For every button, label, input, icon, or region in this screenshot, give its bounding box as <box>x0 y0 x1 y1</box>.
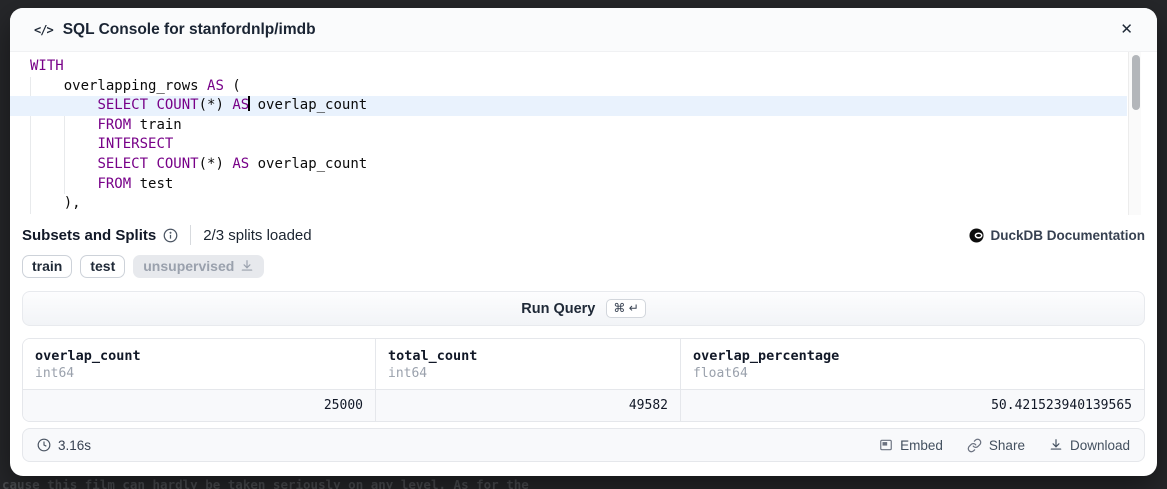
sql-text <box>30 97 97 113</box>
modal-title: SQL Console for stanfordnlp/imdb <box>63 21 316 39</box>
subsets-title: Subsets and Splits <box>22 227 156 244</box>
sql-text <box>30 117 97 133</box>
sql-editor[interactable]: WITH overlapping_rows AS ( SELECT COUNT(… <box>10 52 1157 215</box>
sql-keyword: SELECT <box>97 156 148 172</box>
embed-button[interactable]: Embed <box>879 438 943 453</box>
column-type: int64 <box>388 365 668 382</box>
table-row: 250004958250.421523940139565 <box>23 390 1144 421</box>
sql-keyword: AS <box>232 97 249 113</box>
split-tag-unsupervised[interactable]: unsupervised <box>133 255 264 278</box>
sql-keyword: COUNT <box>156 97 198 113</box>
run-query-button[interactable]: Run Query ⌘ ↵ <box>22 291 1145 326</box>
sql-text <box>30 176 97 192</box>
sql-text: overlapping_rows <box>30 78 207 94</box>
code-line[interactable]: WITH <box>10 57 1157 77</box>
split-tag-train[interactable]: train <box>22 255 72 278</box>
embed-icon <box>879 438 893 452</box>
duckdb-documentation-label: DuckDB Documentation <box>990 228 1145 243</box>
info-icon[interactable] <box>163 228 178 243</box>
sql-text: overlap_count <box>249 97 367 113</box>
sql-text <box>30 156 97 172</box>
split-tag-test[interactable]: test <box>80 255 125 278</box>
sql-text: (*) <box>199 156 233 172</box>
column-header-overlap_percentage: overlap_percentagefloat64 <box>681 339 1144 389</box>
background-page-text: cause this film can hardly be taken seri… <box>2 477 1162 489</box>
code-area: WITH overlapping_rows AS ( SELECT COUNT(… <box>10 57 1157 214</box>
column-header-overlap_count: overlap_countint64 <box>23 339 376 389</box>
sql-keyword: INTERSECT <box>97 136 173 152</box>
split-tag-label: train <box>32 258 62 274</box>
sql-keyword: SELECT <box>97 97 148 113</box>
sql-keyword: AS <box>232 156 249 172</box>
keyboard-shortcut-badge: ⌘ ↵ <box>606 299 645 318</box>
code-line[interactable]: FROM test <box>10 175 1157 195</box>
query-duration-value: 3.16s <box>58 438 91 453</box>
column-type: int64 <box>35 365 363 382</box>
split-tags-row: train test unsupervised <box>22 255 1145 278</box>
sql-keyword: FROM <box>97 117 131 133</box>
download-icon <box>240 259 254 273</box>
sql-text: overlap_count <box>249 156 367 172</box>
clock-icon <box>37 438 51 452</box>
results-table: overlap_countint64total_countint64overla… <box>22 338 1145 422</box>
column-name: total_count <box>388 347 668 365</box>
column-name: overlap_percentage <box>693 347 1132 365</box>
column-type: float64 <box>693 365 1132 382</box>
download-icon <box>1049 438 1063 452</box>
footer-actions: Embed Share Download <box>879 438 1130 453</box>
sql-keyword: AS <box>207 78 224 94</box>
sql-text: train <box>131 117 182 133</box>
download-button[interactable]: Download <box>1049 438 1130 453</box>
sql-keyword: COUNT <box>156 156 198 172</box>
table-cell: 25000 <box>23 390 376 421</box>
editor-scrollbar-thumb[interactable] <box>1132 55 1140 110</box>
code-icon: </> <box>34 23 53 37</box>
results-footer: 3.16s Embed Share Download <box>22 428 1145 462</box>
download-label: Download <box>1070 438 1130 453</box>
share-label: Share <box>989 438 1025 453</box>
code-line[interactable]: overlapping_rows AS ( <box>10 77 1157 97</box>
query-duration: 3.16s <box>37 438 91 453</box>
modal-header: </> SQL Console for stanfordnlp/imdb ✕ <box>10 8 1157 52</box>
sql-text: ), <box>30 195 81 211</box>
sql-keyword: WITH <box>30 58 64 74</box>
share-button[interactable]: Share <box>967 438 1025 453</box>
modal-content: Subsets and Splits 2/3 splits loaded Duc… <box>10 224 1157 462</box>
duckdb-logo-icon <box>969 228 984 243</box>
sql-text: test <box>131 176 173 192</box>
split-tag-label: test <box>90 258 115 274</box>
sql-text: ( <box>224 78 241 94</box>
split-tag-label: unsupervised <box>143 258 234 274</box>
code-line[interactable]: FROM train <box>10 116 1157 136</box>
sql-text: (*) <box>199 97 233 113</box>
code-line[interactable]: SELECT COUNT(*) AS overlap_count <box>10 96 1127 116</box>
duckdb-documentation-link[interactable]: DuckDB Documentation <box>969 228 1145 243</box>
editor-scrollbar-track[interactable] <box>1128 52 1141 215</box>
column-name: overlap_count <box>35 347 363 365</box>
code-line[interactable]: ), <box>10 194 1157 214</box>
close-icon[interactable]: ✕ <box>1116 18 1137 41</box>
code-line[interactable]: INTERSECT <box>10 135 1157 155</box>
subsets-section-row: Subsets and Splits 2/3 splits loaded Duc… <box>22 224 1145 246</box>
table-header-row: overlap_countint64total_countint64overla… <box>23 339 1144 390</box>
table-cell: 49582 <box>376 390 681 421</box>
divider <box>190 225 191 245</box>
run-query-label: Run Query <box>521 301 595 317</box>
splits-loaded-status: 2/3 splits loaded <box>203 227 311 244</box>
sql-keyword: FROM <box>97 176 131 192</box>
column-header-total_count: total_countint64 <box>376 339 681 389</box>
table-body: 250004958250.421523940139565 <box>23 390 1144 421</box>
table-cell: 50.421523940139565 <box>681 390 1144 421</box>
embed-label: Embed <box>900 438 943 453</box>
sql-text <box>30 136 97 152</box>
code-line[interactable]: SELECT COUNT(*) AS overlap_count <box>10 155 1157 175</box>
page-background: { "colors": { "keyword": "#770088", "act… <box>0 0 1167 489</box>
sql-console-modal: </> SQL Console for stanfordnlp/imdb ✕ W… <box>10 8 1157 476</box>
share-icon <box>967 438 982 453</box>
